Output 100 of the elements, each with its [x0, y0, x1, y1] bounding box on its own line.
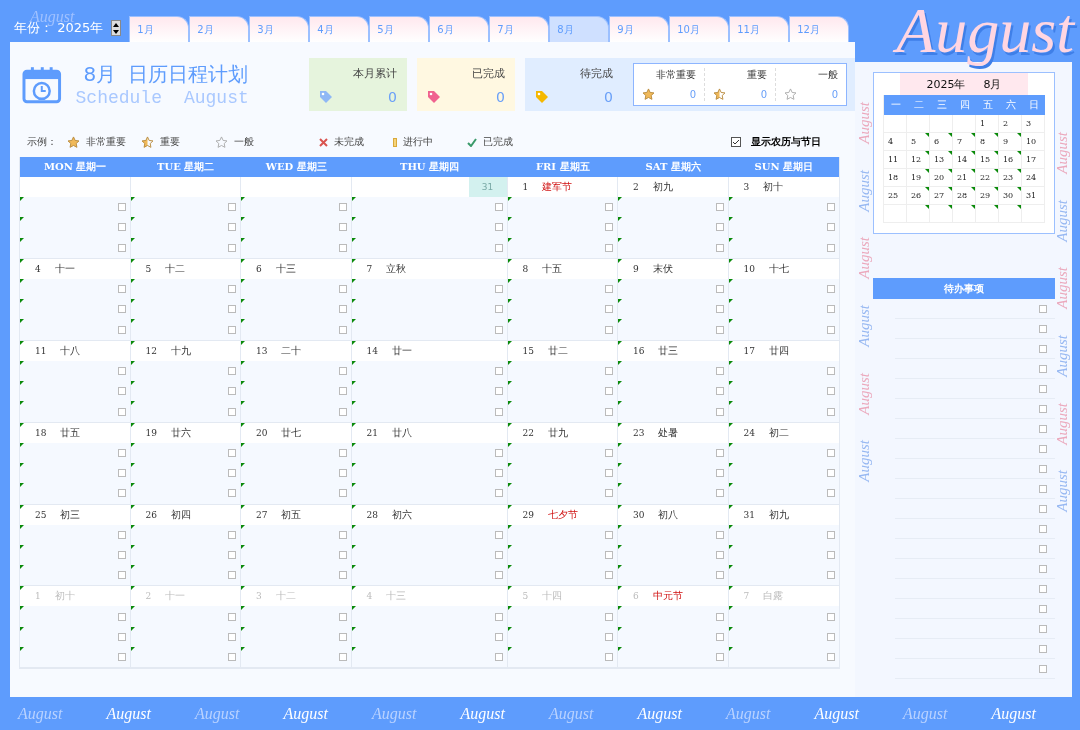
task-checkbox[interactable]: [117, 243, 126, 252]
task-checkbox[interactable]: [338, 305, 347, 314]
todo-checkbox[interactable]: [1039, 324, 1047, 333]
task-checkbox[interactable]: [117, 407, 126, 416]
mini-day[interactable]: 17: [1026, 155, 1037, 164]
mini-day[interactable]: 3: [1026, 119, 1032, 128]
task-checkbox[interactable]: [228, 448, 236, 457]
mini-day[interactable]: 2: [1003, 119, 1009, 128]
mini-day[interactable]: 31: [1026, 191, 1037, 200]
task-checkbox[interactable]: [715, 632, 724, 641]
task-checkbox[interactable]: [827, 305, 835, 314]
task-checkbox[interactable]: [338, 632, 347, 641]
task-checkbox[interactable]: [338, 571, 347, 580]
task-checkbox[interactable]: [338, 551, 347, 559]
task-checkbox[interactable]: [338, 530, 347, 539]
task-checkbox[interactable]: [715, 469, 724, 478]
todo-checkbox[interactable]: [1039, 564, 1047, 573]
task-checkbox[interactable]: [228, 407, 236, 416]
task-checkbox[interactable]: [338, 325, 347, 334]
todo-checkbox[interactable]: [1039, 444, 1047, 453]
task-checkbox[interactable]: [228, 203, 236, 212]
task-checkbox[interactable]: [715, 285, 724, 294]
task-checkbox[interactable]: [715, 530, 724, 539]
task-checkbox[interactable]: [338, 203, 347, 212]
mini-day[interactable]: 9: [1003, 137, 1009, 146]
task-checkbox[interactable]: [117, 551, 126, 559]
task-checkbox[interactable]: [827, 223, 835, 232]
todo-checkbox[interactable]: [1039, 424, 1047, 433]
task-checkbox[interactable]: [605, 612, 613, 621]
task-checkbox[interactable]: [715, 387, 724, 396]
task-checkbox[interactable]: [228, 571, 236, 580]
task-checkbox[interactable]: [228, 243, 236, 252]
mini-day[interactable]: 27: [934, 191, 945, 200]
task-checkbox[interactable]: [117, 223, 126, 232]
task-checkbox[interactable]: [228, 530, 236, 539]
todo-checkbox[interactable]: [1039, 584, 1047, 593]
task-checkbox[interactable]: [605, 387, 613, 396]
mini-day[interactable]: 22: [980, 173, 991, 182]
mini-day[interactable]: 23: [1003, 173, 1014, 182]
task-checkbox[interactable]: [715, 489, 724, 498]
task-checkbox[interactable]: [827, 571, 835, 580]
task-checkbox[interactable]: [117, 469, 126, 478]
task-checkbox[interactable]: [494, 243, 503, 252]
task-checkbox[interactable]: [827, 407, 835, 416]
task-checkbox[interactable]: [605, 203, 613, 212]
mini-day[interactable]: 11: [888, 155, 899, 164]
task-checkbox[interactable]: [827, 325, 835, 334]
task-checkbox[interactable]: [715, 325, 724, 334]
task-checkbox[interactable]: [605, 489, 613, 498]
mini-day[interactable]: 28: [957, 191, 968, 200]
task-checkbox[interactable]: [117, 366, 126, 375]
task-checkbox[interactable]: [827, 612, 835, 621]
task-checkbox[interactable]: [117, 387, 126, 396]
mini-day[interactable]: 10: [1026, 137, 1037, 146]
task-checkbox[interactable]: [715, 305, 724, 314]
task-checkbox[interactable]: [605, 223, 613, 232]
task-checkbox[interactable]: [228, 325, 236, 334]
task-checkbox[interactable]: [827, 285, 835, 294]
task-checkbox[interactable]: [117, 612, 126, 621]
task-checkbox[interactable]: [117, 305, 126, 314]
task-checkbox[interactable]: [338, 387, 347, 396]
task-checkbox[interactable]: [228, 612, 236, 621]
task-checkbox[interactable]: [605, 285, 613, 294]
task-checkbox[interactable]: [338, 285, 347, 294]
task-checkbox[interactable]: [827, 530, 835, 539]
task-checkbox[interactable]: [228, 223, 236, 232]
task-checkbox[interactable]: [494, 489, 503, 498]
todo-checkbox[interactable]: [1039, 664, 1047, 673]
task-checkbox[interactable]: [338, 243, 347, 252]
task-checkbox[interactable]: [715, 243, 724, 252]
task-checkbox[interactable]: [715, 407, 724, 416]
task-checkbox[interactable]: [494, 366, 503, 375]
task-checkbox[interactable]: [117, 571, 126, 580]
mini-day[interactable]: 8: [980, 137, 986, 146]
task-checkbox[interactable]: [494, 530, 503, 539]
task-checkbox[interactable]: [715, 448, 724, 457]
task-checkbox[interactable]: [117, 653, 126, 662]
task-checkbox[interactable]: [117, 325, 126, 334]
task-checkbox[interactable]: [827, 551, 835, 559]
mini-day[interactable]: 4: [888, 137, 894, 146]
todo-checkbox[interactable]: [1039, 464, 1047, 473]
mini-day[interactable]: 19: [911, 173, 922, 182]
mini-day[interactable]: 6: [934, 137, 940, 146]
year-spinner[interactable]: [111, 20, 122, 36]
todo-checkbox[interactable]: [1039, 484, 1047, 493]
mini-day[interactable]: 12: [911, 155, 922, 164]
task-checkbox[interactable]: [228, 387, 236, 396]
todo-checkbox[interactable]: [1039, 624, 1047, 633]
todo-checkbox[interactable]: [1039, 304, 1047, 313]
task-checkbox[interactable]: [338, 366, 347, 375]
task-checkbox[interactable]: [827, 366, 835, 375]
task-checkbox[interactable]: [338, 469, 347, 478]
todo-checkbox[interactable]: [1039, 344, 1047, 353]
task-checkbox[interactable]: [827, 489, 835, 498]
task-checkbox[interactable]: [605, 653, 613, 662]
mini-day[interactable]: 21: [957, 173, 968, 182]
todo-checkbox[interactable]: [1039, 544, 1047, 553]
task-checkbox[interactable]: [228, 489, 236, 498]
task-checkbox[interactable]: [605, 407, 613, 416]
mini-day[interactable]: 25: [888, 191, 899, 200]
